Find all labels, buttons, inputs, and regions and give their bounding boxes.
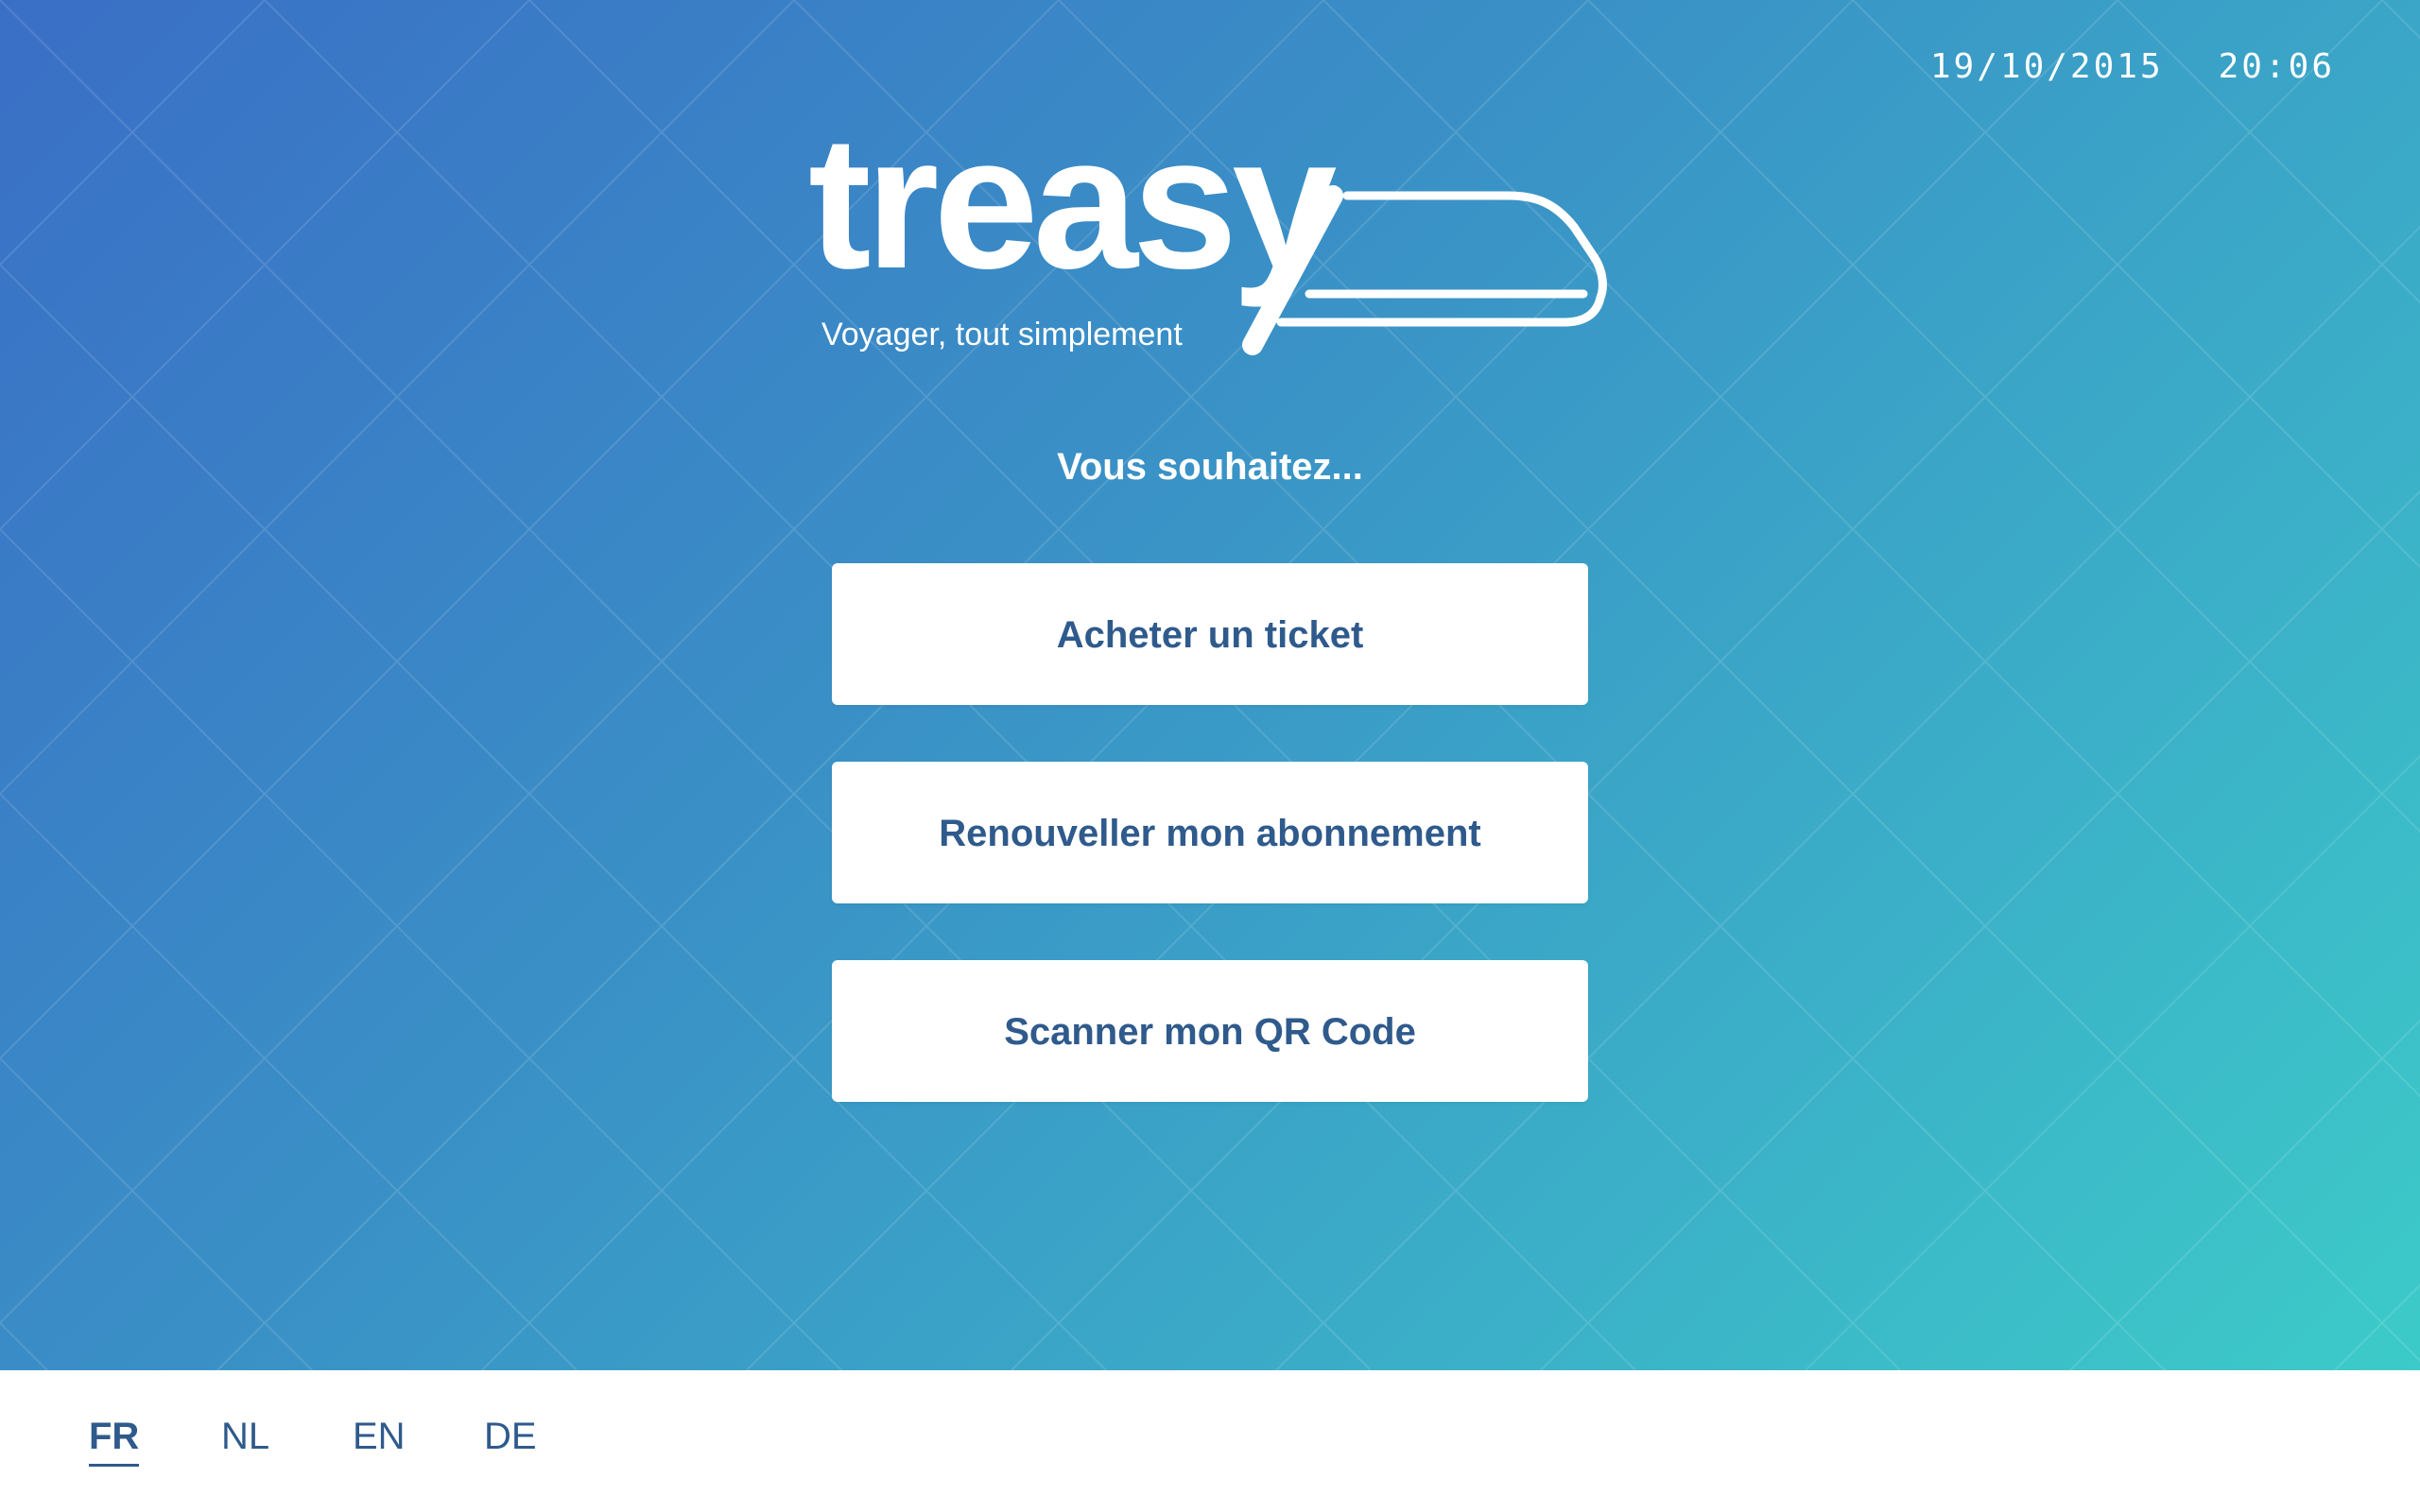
date-text: 19/10/2015 (1929, 47, 2164, 86)
brand-logo: treasy Voyager, tout simplement (808, 109, 1612, 364)
language-option-en[interactable]: EN (353, 1416, 406, 1464)
time-text: 20:06 (2218, 47, 2335, 86)
train-icon (1242, 185, 1607, 355)
language-option-fr[interactable]: FR (89, 1416, 140, 1467)
buy-ticket-button[interactable]: Acheter un ticket (832, 563, 1588, 705)
language-option-nl[interactable]: NL (221, 1416, 269, 1464)
prompt-heading: Vous souhaitez... (1057, 446, 1363, 488)
language-option-de[interactable]: DE (484, 1416, 537, 1464)
renew-subscription-button[interactable]: Renouveller mon abonnement (832, 762, 1588, 903)
language-bar: FR NL EN DE (0, 1370, 2420, 1512)
kiosk-screen: 19/10/2015 20:06 treasy Voyager, tout si… (0, 0, 2420, 1512)
scan-qr-code-button[interactable]: Scanner mon QR Code (832, 960, 1588, 1102)
main-area: 19/10/2015 20:06 treasy Voyager, tout si… (0, 0, 2420, 1370)
datetime-display: 19/10/2015 20:06 (1930, 47, 2335, 86)
